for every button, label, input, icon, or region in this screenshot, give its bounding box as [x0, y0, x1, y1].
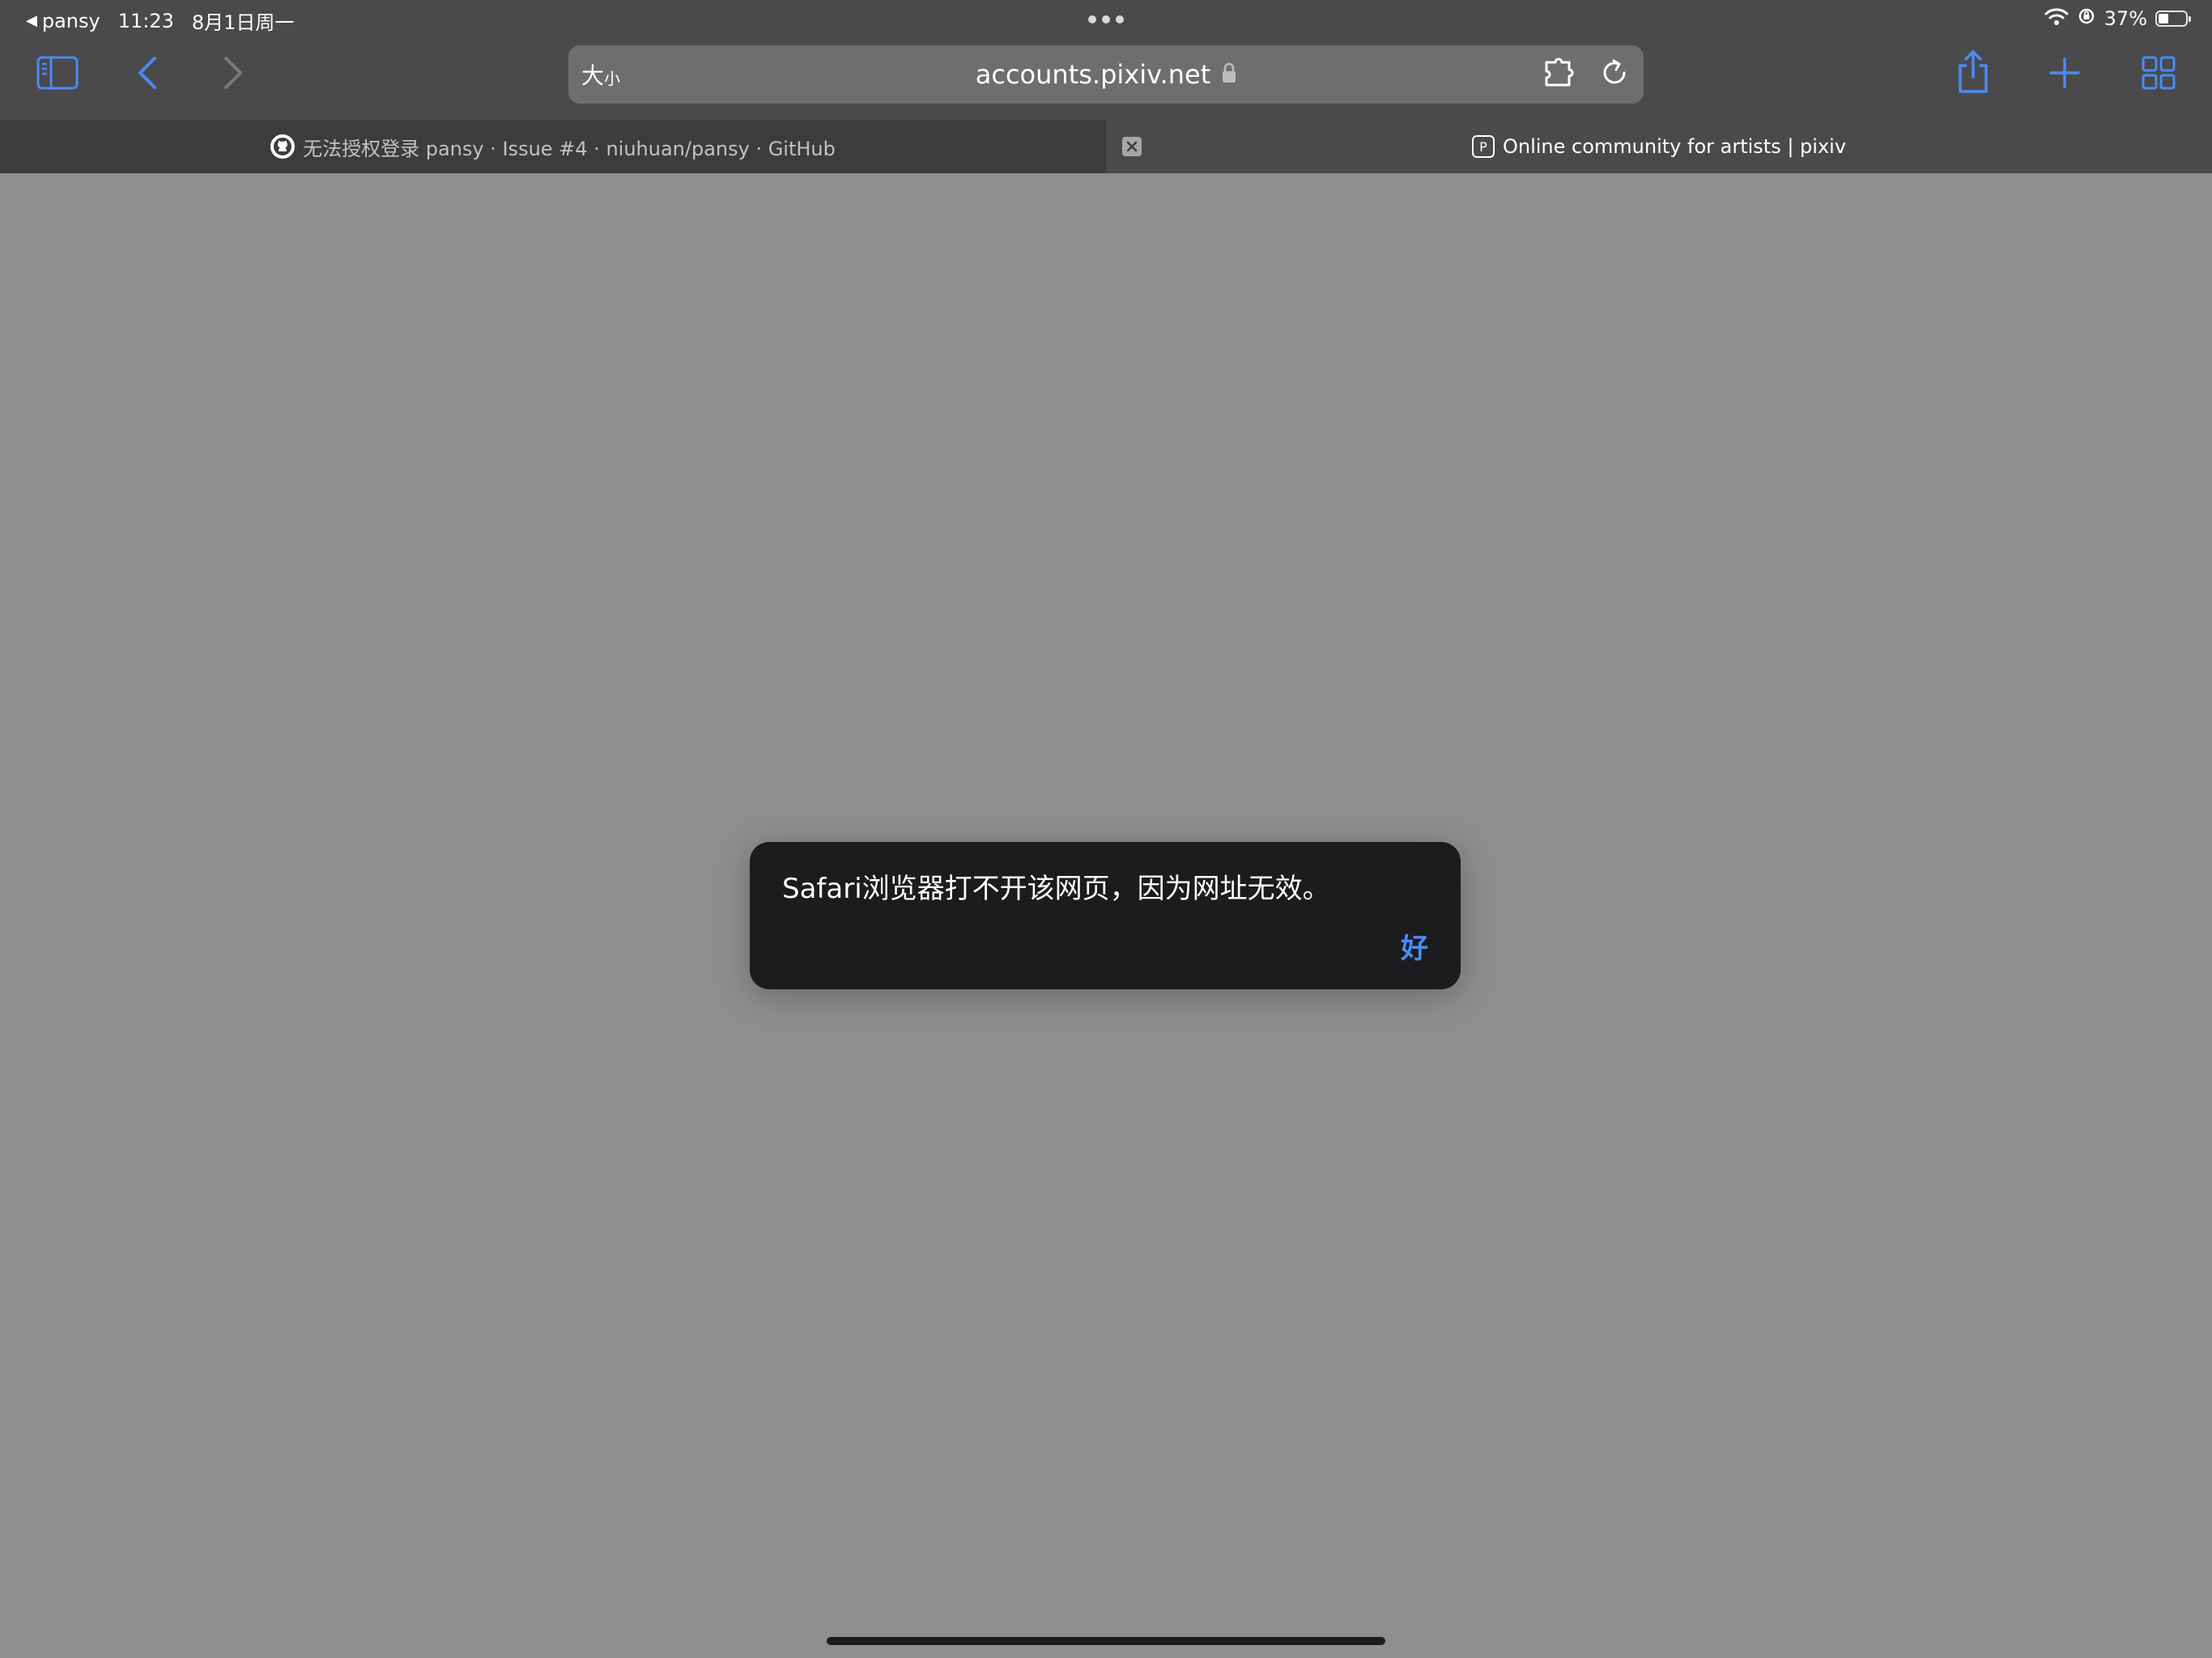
lock-icon	[1222, 59, 1236, 90]
pixiv-favicon-icon: P	[1471, 135, 1495, 158]
tab-title: 无法授权登录 pansy · Issue #4 · niuhuan/pansy …	[303, 137, 836, 160]
text-size-button[interactable]: 大 小	[581, 45, 620, 104]
tabs-overview-icon	[2142, 56, 2176, 93]
status-date: 8月1日周一	[191, 11, 295, 34]
tab-strip: 无法授权登录 pansy · Issue #4 · niuhuan/pansy …	[0, 120, 2212, 173]
status-time: 11:23	[117, 9, 174, 32]
battery-icon	[2155, 11, 2191, 27]
url-text[interactable]: accounts.pixiv.net	[976, 59, 1211, 90]
tabs-overview-button[interactable]	[2141, 56, 2176, 93]
status-right: 37%	[2044, 6, 2191, 31]
sidebar-icon	[36, 56, 79, 93]
sidebar-button[interactable]	[36, 56, 79, 93]
new-tab-button[interactable]	[2047, 57, 2082, 92]
orientation-lock-icon	[2077, 6, 2096, 31]
home-indicator[interactable]	[827, 1637, 1385, 1645]
url-display: accounts.pixiv.net	[568, 45, 1644, 104]
extension-button[interactable]	[1543, 57, 1579, 92]
share-button[interactable]	[1955, 50, 1992, 97]
back-to-app-link[interactable]: ◀ pansy	[26, 10, 100, 32]
text-size-big-label: 大	[581, 62, 605, 89]
alert-message: Safari浏览器打不开该网页，因为网址无效。	[782, 873, 1330, 905]
alert-dialog: Safari浏览器打不开该网页，因为网址无效。 好	[750, 842, 1461, 989]
text-size-small-label: 小	[604, 68, 621, 88]
back-triangle-icon: ◀	[26, 12, 37, 29]
back-button[interactable]	[134, 55, 160, 94]
back-icon	[137, 55, 158, 94]
status-bar: ◀ pansy 11:23 8月1日周一 37%	[0, 0, 2212, 37]
tab-title: Online community for artists | pixiv	[1502, 135, 1847, 158]
plus-icon	[2048, 57, 2081, 92]
forward-icon	[223, 55, 244, 94]
tab-github-issue[interactable]: 无法授权登录 pansy · Issue #4 · niuhuan/pansy …	[0, 120, 1106, 173]
tab-pixiv[interactable]: P Online community for artists | pixiv	[1106, 120, 2212, 173]
ok-button[interactable]: 好	[1401, 926, 1428, 966]
extension-icon	[1544, 57, 1578, 91]
forward-button[interactable]	[220, 55, 246, 94]
address-bar[interactable]: 大 小 accounts.pixiv.net	[568, 45, 1644, 104]
battery-percent: 37%	[2104, 7, 2147, 30]
status-left: ◀ pansy 11:23 8月1日周一	[26, 6, 294, 35]
wifi-icon	[2044, 7, 2069, 30]
share-icon	[1955, 49, 1991, 98]
reload-icon	[1599, 57, 1630, 91]
github-icon	[270, 134, 296, 159]
close-tab-icon[interactable]	[1122, 137, 1142, 156]
multitasking-dots-icon[interactable]	[1088, 15, 1124, 23]
back-app-label: pansy	[41, 9, 100, 32]
reload-button[interactable]	[1597, 57, 1632, 92]
browser-chrome: ◀ pansy 11:23 8月1日周一 37% 大 小 accounts.pi…	[0, 0, 2212, 120]
